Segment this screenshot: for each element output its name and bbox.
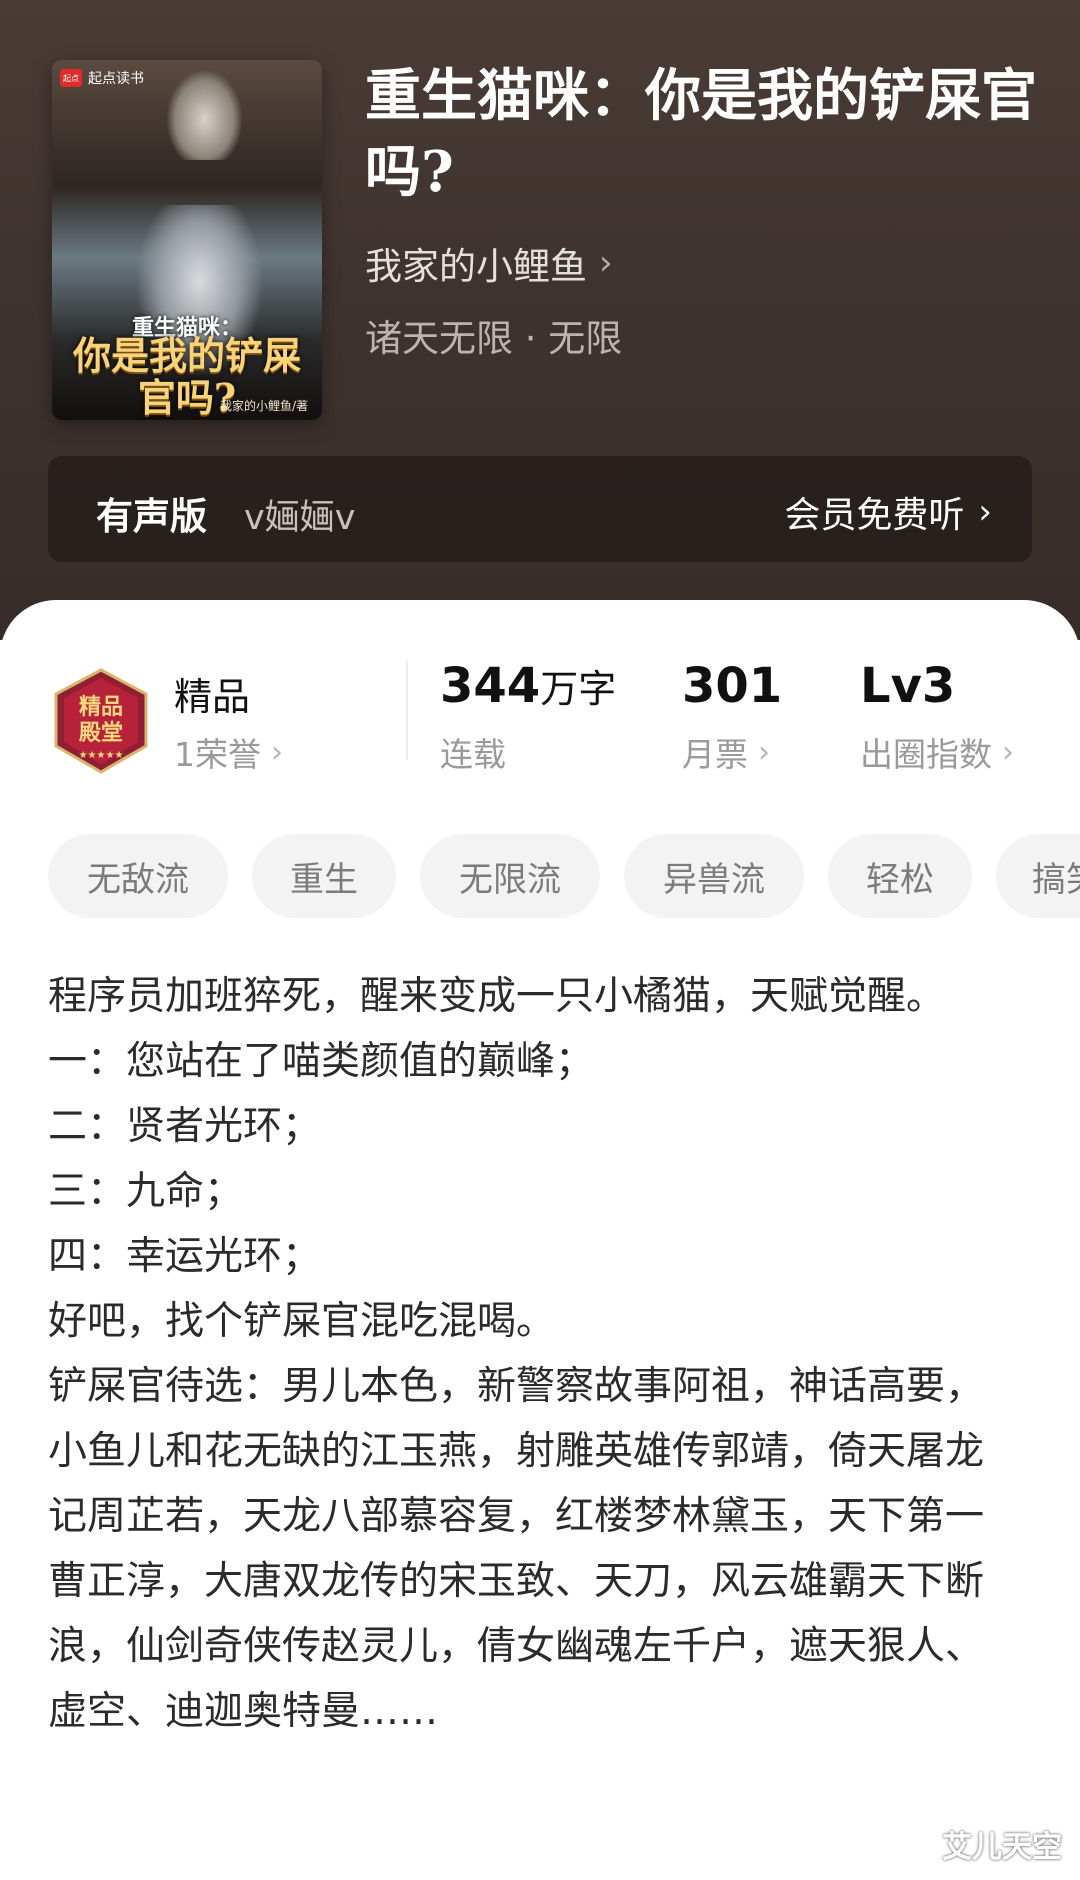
book-synopsis: 程序员加班猝死，醒来变成一只小橘猫，天赋觉醒。 一：您站在了喵类颜值的巅峰； 二… [48, 964, 1008, 1744]
synopsis-paragraph: 好吧，找个铲屎官混吃混喝。 [48, 1299, 556, 1344]
member-free-listen-button[interactable]: 会员免费听 › [784, 486, 992, 538]
chevron-right-icon: › [978, 492, 992, 532]
svg-text:殿堂: 殿堂 [78, 720, 123, 746]
author-link[interactable]: 我家的小鲤鱼 › [365, 236, 613, 290]
honor-link[interactable]: 1荣誉 › [174, 728, 283, 776]
synopsis-paragraph: 四：幸运光环； [48, 1234, 322, 1279]
chevron-right-icon: › [271, 734, 283, 770]
book-header: 起点 起点读书 重生猫咪： 你是我的铲屎官吗? 我家的小鲤鱼/著 重生猫咪：你是… [0, 0, 1080, 640]
serial-status: 连载 [440, 735, 506, 774]
premium-badge-icon[interactable]: 精品 殿堂 ★★★★★ [50, 668, 152, 774]
book-detail-sheet: 精品 殿堂 ★★★★★ 精品 1荣誉 › 344万字 连载 301 月票 › L… [0, 600, 1080, 1880]
chevron-right-icon: › [599, 243, 613, 283]
svg-text:精品: 精品 [79, 694, 123, 720]
audio-label: 有声版 [96, 495, 207, 538]
tag-list: 无敌流 重生 无限流 异兽流 轻松 搞笑 [48, 834, 1080, 918]
cover-author: 我家的小鲤鱼/著 [219, 399, 308, 413]
audio-narrator: v婳婳v [244, 498, 356, 538]
book-title: 重生猫咪：你是我的铲屎官吗? [365, 63, 1037, 205]
badge-title: 精品 [174, 675, 251, 719]
tag-chip[interactable]: 异兽流 [624, 834, 804, 918]
svg-text:★★★★★: ★★★★★ [79, 750, 124, 761]
synopsis-paragraph: 二：贤者光环； [48, 1104, 322, 1149]
synopsis-paragraph: 一：您站在了喵类颜值的巅峰； [48, 1039, 595, 1084]
tag-chip[interactable]: 轻松 [828, 834, 972, 918]
chevron-right-icon: › [758, 734, 770, 770]
author-name: 我家的小鲤鱼 [365, 245, 587, 288]
synopsis-paragraph: 程序员加班猝死，醒来变成一只小橘猫，天赋觉醒。 [48, 974, 946, 1019]
stats-divider [406, 660, 408, 760]
tag-chip[interactable]: 搞笑 [996, 834, 1080, 918]
cover-brand: 起点 起点读书 [60, 68, 144, 88]
monthly-votes-count: 301 [682, 658, 783, 714]
audio-version-bar[interactable]: 有声版 v婳婳v 会员免费听 › [48, 456, 1032, 562]
popularity-index-link[interactable]: 出圈指数 › [860, 728, 1014, 776]
cover-cat-image [167, 70, 242, 160]
chevron-right-icon: › [1002, 734, 1014, 770]
word-count: 344万字 [440, 658, 617, 714]
book-cover[interactable]: 起点 起点读书 重生猫咪： 你是我的铲屎官吗? 我家的小鲤鱼/著 [52, 60, 322, 420]
monthly-votes-link[interactable]: 月票 › [682, 728, 770, 776]
popularity-level: Lv3 [860, 658, 956, 714]
tag-chip[interactable]: 无限流 [420, 834, 600, 918]
tag-chip[interactable]: 无敌流 [48, 834, 228, 918]
synopsis-paragraph: 三：九命； [48, 1169, 244, 1214]
synopsis-paragraph: 铲屎官待选：男儿本色，新警察故事阿祖，神话高要，小鱼儿和花无缺的江玉燕，射雕英雄… [48, 1364, 985, 1734]
tag-chip[interactable]: 重生 [252, 834, 396, 918]
watermark: 艾儿天空 [942, 1830, 1062, 1865]
brand-logo-icon: 起点 [60, 69, 82, 87]
book-genre[interactable]: 诸天无限 · 无限 [365, 308, 622, 362]
